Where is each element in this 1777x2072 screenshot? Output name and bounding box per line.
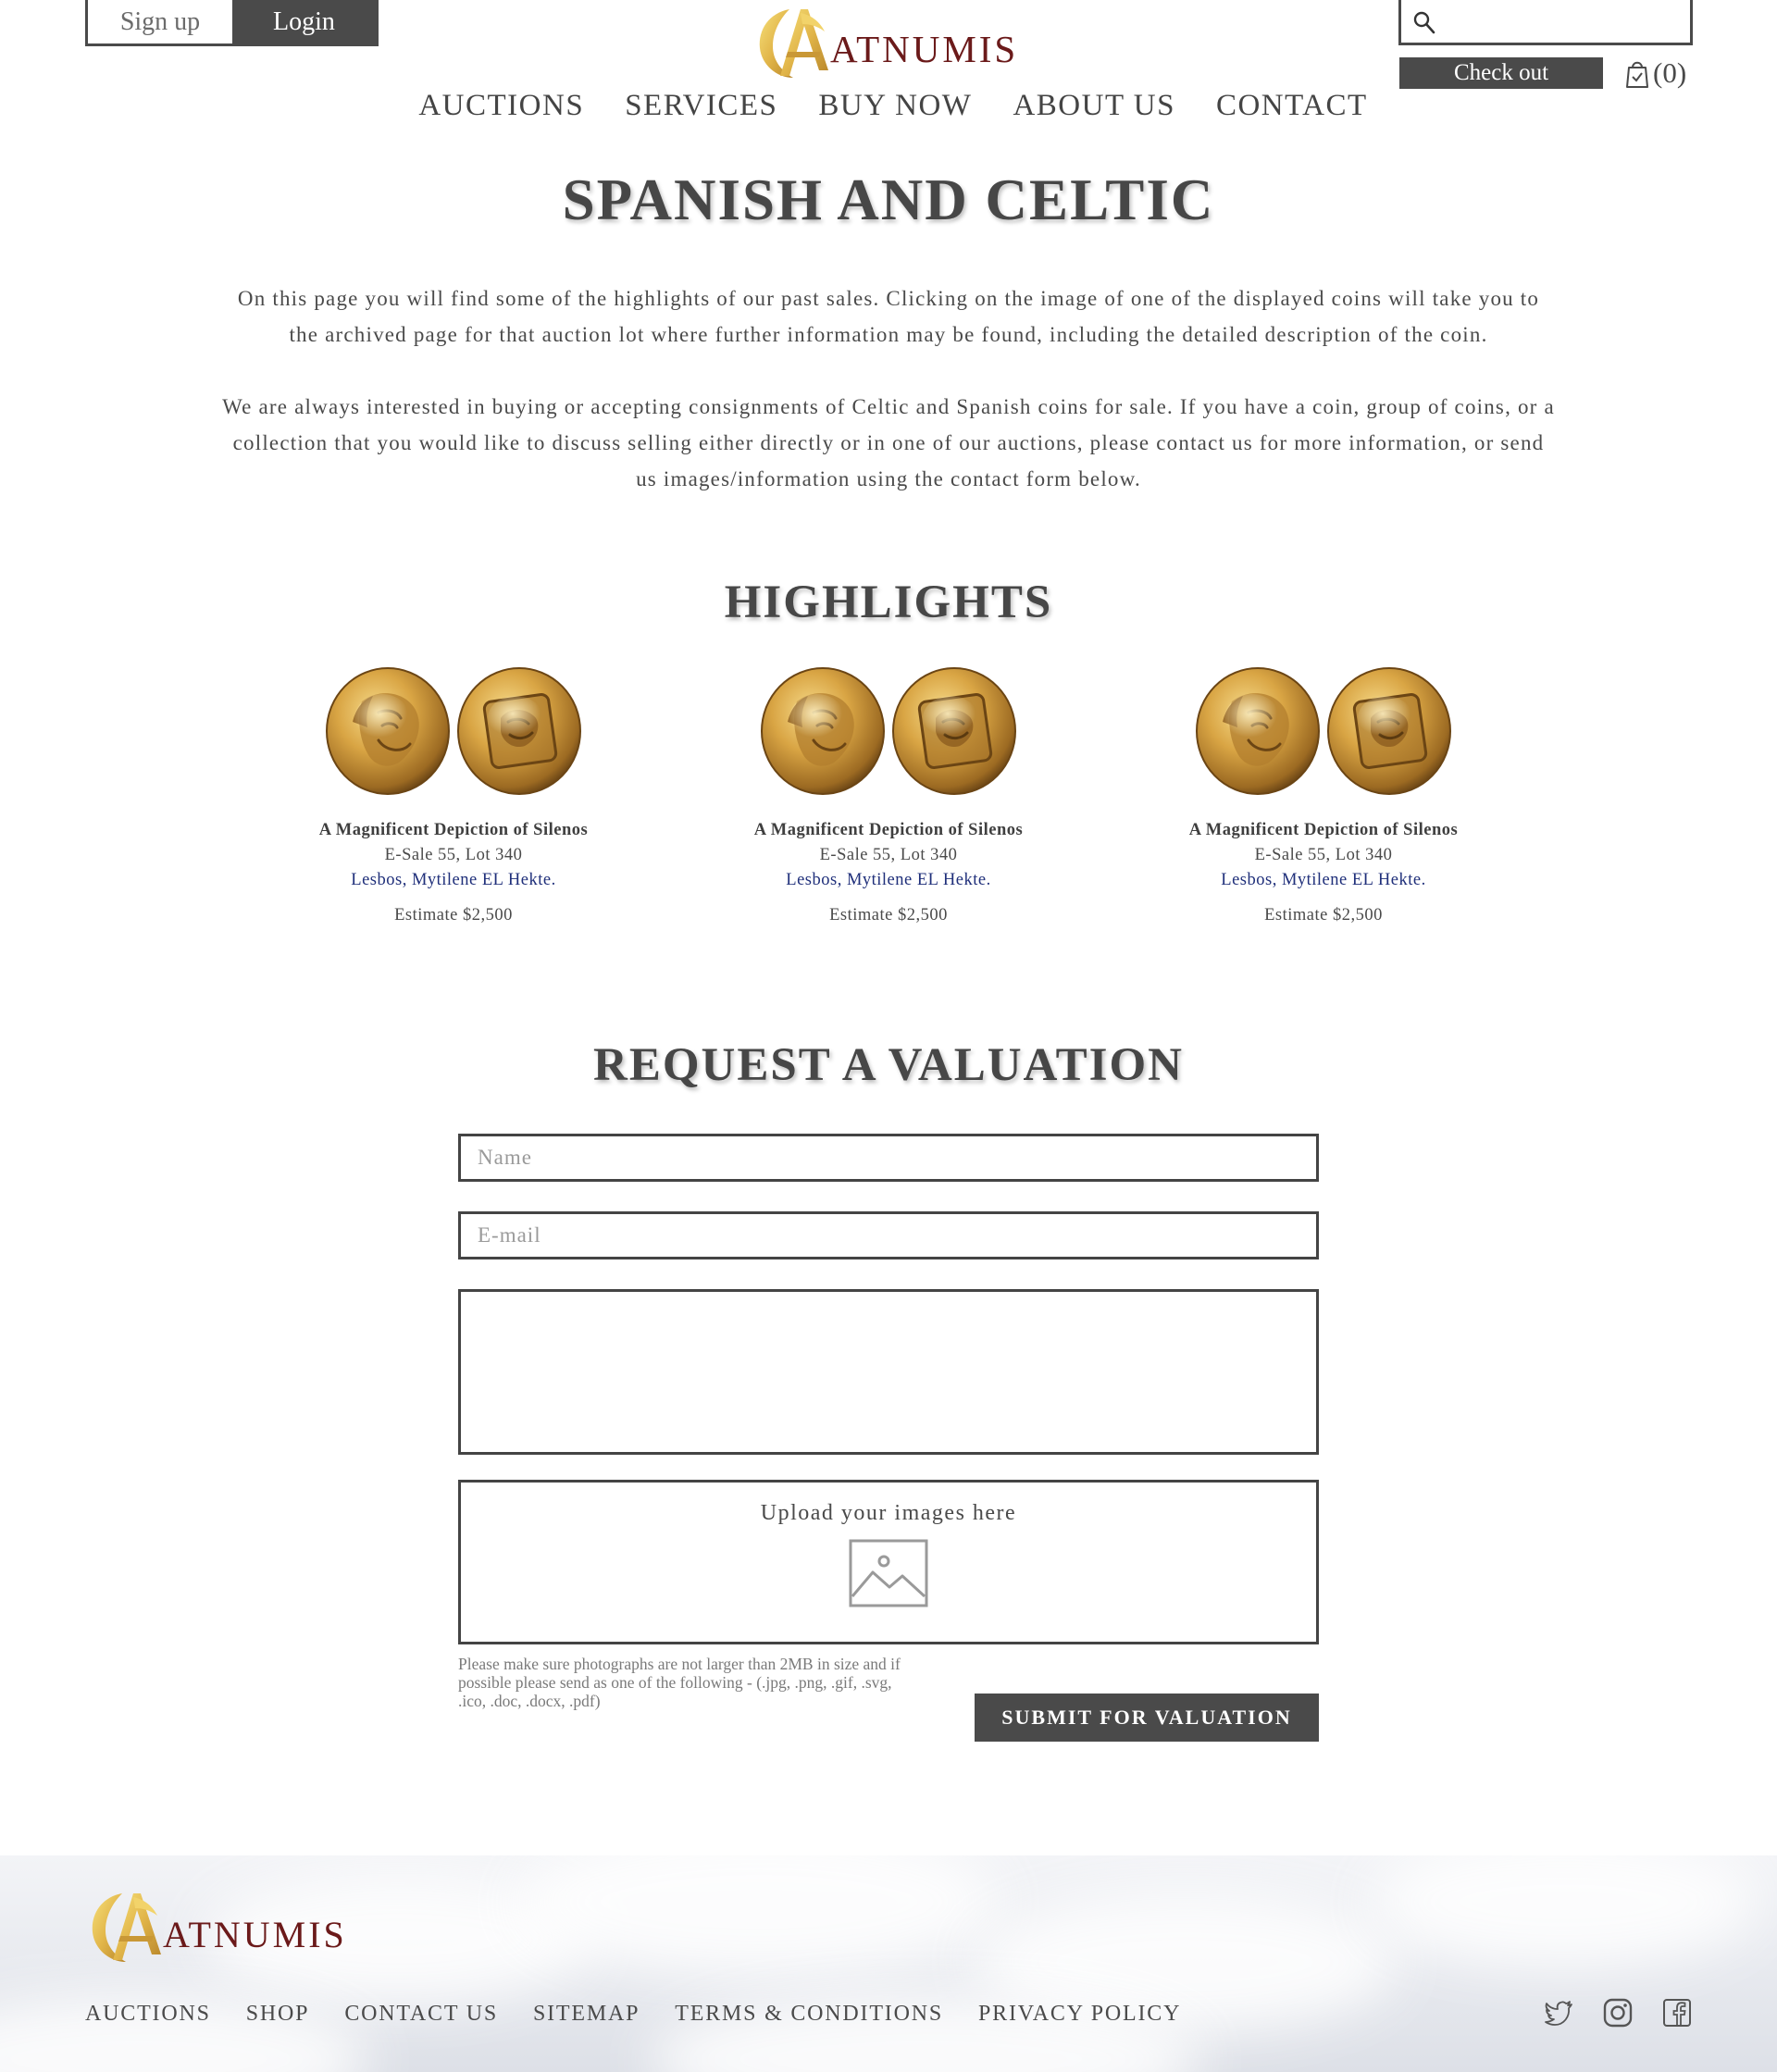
footer-link-shop[interactable]: SHOP (246, 2002, 310, 2031)
coin-reverse-image[interactable] (891, 666, 1017, 796)
footer-link-contact-us[interactable]: CONTACT US (344, 2002, 498, 2031)
twitter-icon[interactable] (1544, 1998, 1573, 2028)
name-field (458, 1134, 1319, 1182)
submit-valuation-button[interactable]: SUBMIT FOR VALUATION (975, 1694, 1319, 1742)
highlight-estimate: Estimate $2,500 (394, 906, 513, 924)
nav-services[interactable]: SERVICES (604, 89, 798, 130)
upload-note: Please make sure photographs are not lar… (458, 1655, 901, 1710)
coin-obverse-image[interactable] (760, 666, 886, 796)
auth-buttons: Sign up Login (85, 0, 379, 46)
footer-logo[interactable]: ATNUMIS (85, 1886, 381, 1967)
nav-about-us[interactable]: ABOUT US (992, 89, 1196, 130)
upload-label: Upload your images here (760, 1501, 1017, 1525)
page-title: SPANISH AND CELTIC (562, 167, 1215, 232)
highlight-estimate: Estimate $2,500 (829, 906, 948, 924)
cart-button[interactable]: (0) (1624, 56, 1686, 91)
footer-link-auctions[interactable]: AUCTIONS (85, 2002, 211, 2031)
signup-button[interactable]: Sign up (88, 0, 232, 43)
logo-emblem-icon (92, 1893, 161, 1962)
highlight-estimate: Estimate $2,500 (1264, 906, 1383, 924)
footer-nav: AUCTIONS SHOP CONTACT US SITEMAP TERMS &… (85, 2002, 1216, 2031)
highlight-card[interactable]: A Magnificent Depiction of Silenos E-Sal… (1157, 666, 1490, 925)
valuation-title: REQUEST A VALUATION (593, 1039, 1184, 1091)
instagram-icon[interactable] (1603, 1998, 1633, 2028)
nav-buy-now[interactable]: BUY NOW (798, 89, 992, 130)
coin-obverse-image[interactable] (1195, 666, 1321, 796)
search-box (1398, 0, 1693, 45)
footer-link-privacy[interactable]: PRIVACY POLICY (978, 2002, 1181, 2031)
email-input[interactable] (461, 1214, 1316, 1257)
shopping-bag-icon (1626, 61, 1648, 88)
cart-count: (0) (1653, 56, 1687, 89)
coin-obverse-image[interactable] (325, 666, 451, 796)
highlight-link[interactable]: Lesbos, Mytilene EL Hekte. (287, 871, 620, 890)
message-textarea[interactable] (461, 1292, 1316, 1452)
highlight-card[interactable]: A Magnificent Depiction of Silenos E-Sal… (287, 666, 620, 925)
email-field (458, 1211, 1319, 1259)
highlight-title: A Magnificent Depiction of Silenos (318, 821, 589, 839)
checkout-button[interactable]: Check out (1399, 57, 1603, 89)
login-button[interactable]: Login (232, 0, 376, 43)
coin-images[interactable] (287, 666, 620, 800)
nav-contact[interactable]: CONTACT (1196, 89, 1388, 130)
logo-text: ATNUMIS (163, 1913, 347, 1955)
highlight-card[interactable]: A Magnificent Depiction of Silenos E-Sal… (722, 666, 1055, 925)
coin-images[interactable] (722, 666, 1055, 800)
search-icon[interactable] (1413, 11, 1435, 35)
highlight-link[interactable]: Lesbos, Mytilene EL Hekte. (722, 871, 1055, 890)
highlight-title: A Magnificent Depiction of Silenos (753, 821, 1024, 839)
coin-images[interactable] (1157, 666, 1490, 800)
image-placeholder-icon (849, 1539, 928, 1607)
highlight-link[interactable]: Lesbos, Mytilene EL Hekte. (1157, 871, 1490, 890)
highlight-lot: E-Sale 55, Lot 340 (1254, 846, 1393, 864)
highlight-lot: E-Sale 55, Lot 340 (384, 846, 523, 864)
footer-link-sitemap[interactable]: SITEMAP (533, 2002, 640, 2031)
main-nav: AUCTIONS SERVICES BUY NOW ABOUT US CONTA… (398, 89, 1388, 130)
intro-paragraph-1: On this page you will find some of the h… (237, 287, 1540, 346)
logo-text: ATNUMIS (830, 28, 1019, 70)
logo-emblem-icon (759, 9, 828, 78)
coin-reverse-image[interactable] (456, 666, 582, 796)
facebook-icon[interactable] (1662, 1998, 1692, 2028)
site-logo[interactable]: ATNUMIS (752, 4, 1030, 81)
intro-paragraph-2: We are always interested in buying or ac… (222, 395, 1555, 490)
search-input[interactable] (1444, 4, 1684, 39)
highlight-lot: E-Sale 55, Lot 340 (819, 846, 958, 864)
footer-link-terms[interactable]: TERMS & CONDITIONS (675, 2002, 943, 2031)
message-field (458, 1289, 1319, 1455)
image-upload-dropzone[interactable]: Upload your images here (458, 1480, 1319, 1644)
coin-reverse-image[interactable] (1326, 666, 1452, 796)
highlight-title: A Magnificent Depiction of Silenos (1188, 821, 1459, 839)
nav-auctions[interactable]: AUCTIONS (398, 89, 604, 130)
highlights-title: HIGHLIGHTS (724, 577, 1053, 628)
name-input[interactable] (461, 1136, 1316, 1179)
